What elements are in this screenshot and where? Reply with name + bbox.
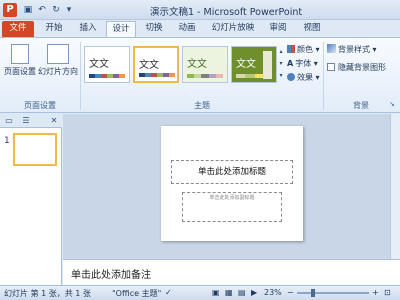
outline-tab-icon[interactable]: ☰ xyxy=(20,116,32,126)
background-styles-label: 背景样式 xyxy=(338,45,370,54)
tab-design[interactable]: 设计 xyxy=(106,21,136,37)
theme-office[interactable]: 文文 xyxy=(84,46,130,83)
theme-preview-text: 文文 xyxy=(187,59,207,70)
theme-preview-text: 文文 xyxy=(236,59,256,70)
zoom-slider[interactable] xyxy=(297,289,369,297)
checkbox-icon xyxy=(327,63,335,71)
notes-placeholder[interactable]: 单击此处添加备注 xyxy=(71,266,151,281)
vertical-scrollbar[interactable] xyxy=(390,114,400,259)
dialog-launcher-icon[interactable]: ↘ xyxy=(389,100,395,108)
zoom-in-icon[interactable]: + xyxy=(372,288,379,297)
slides-tab-icon[interactable]: ▭ xyxy=(3,116,15,126)
colors-icon xyxy=(287,45,295,53)
tab-view[interactable]: 视图 xyxy=(298,21,326,37)
theme-selected[interactable]: 文文 xyxy=(133,46,179,83)
colors-label: 颜色 xyxy=(297,45,313,54)
page-setup-icon xyxy=(11,44,29,64)
slide-orientation-label: 幻灯片方向 xyxy=(38,67,78,76)
background-group-label: 背景 xyxy=(353,101,369,110)
subtitle-placeholder[interactable]: 单击此处添加副标题 xyxy=(182,192,282,222)
slideshow-icon[interactable]: ▶ xyxy=(251,288,257,297)
theme-name: "Office 主题" xyxy=(112,289,162,298)
fonts-button[interactable]: A 字体 ▾ xyxy=(287,58,318,69)
effects-button[interactable]: 效果 ▾ xyxy=(287,72,320,83)
reading-view-icon[interactable]: ▤ xyxy=(238,288,246,297)
ribbon: 页面设置 幻灯片方向 页面设置 文文 文文 文文 文文 ▴ ▾ ▾ 颜色 ▾ A 字体 xyxy=(0,37,400,113)
slides-pane: ▭ ☰ ✕ 1 xyxy=(0,114,62,285)
tab-review[interactable]: 审阅 xyxy=(264,21,292,37)
ribbon-tabs: 文件 开始 插入 设计 切换 动画 幻灯片放映 审阅 视图 xyxy=(0,20,400,37)
normal-view-icon[interactable]: ▣ xyxy=(212,288,220,297)
effects-label: 效果 xyxy=(297,73,313,82)
notes-pane[interactable]: 单击此处添加备注 xyxy=(63,259,400,285)
slide-thumbnail[interactable] xyxy=(13,133,57,166)
theme-color-bars xyxy=(236,74,264,78)
zoom-out-icon[interactable]: − xyxy=(287,288,294,297)
slide-sorter-icon[interactable]: ▦ xyxy=(225,288,233,297)
page-setup-button[interactable]: 页面设置 xyxy=(3,44,37,77)
hide-background-graphics-checkbox[interactable]: 隐藏背景图形 xyxy=(327,62,386,73)
colors-button[interactable]: 颜色 ▾ xyxy=(287,44,320,55)
theme-green[interactable]: 文文 xyxy=(182,46,228,83)
tab-insert[interactable]: 插入 xyxy=(74,21,102,37)
tab-animations[interactable]: 动画 xyxy=(172,21,202,37)
theme-preview-text: 文文 xyxy=(89,59,109,70)
spellcheck-icon[interactable]: ✓ xyxy=(165,288,172,297)
theme-scroll[interactable]: ▴ ▾ ▾ xyxy=(278,46,284,83)
tab-home[interactable]: 开始 xyxy=(40,21,68,37)
close-icon[interactable]: ✕ xyxy=(48,116,60,126)
chevron-down-icon[interactable]: ▾ xyxy=(63,4,75,16)
powerpoint-icon[interactable]: P xyxy=(3,3,17,17)
title-bar: P ▣ ↶ ↻ ▾ 演示文稿1 - Microsoft PowerPoint xyxy=(0,0,400,20)
effects-icon xyxy=(287,73,295,81)
theme-dark-green[interactable]: 文文 xyxy=(231,46,277,83)
fonts-icon: A xyxy=(287,59,294,68)
background-styles-button[interactable]: 背景样式 ▾ xyxy=(327,44,377,55)
background-styles-icon xyxy=(327,44,336,53)
pane-tabs: ▭ ☰ ✕ xyxy=(0,114,62,128)
window-title: 演示文稿1 - Microsoft PowerPoint xyxy=(150,7,303,18)
slide-orientation-icon xyxy=(47,44,69,64)
themes-group-label: 主题 xyxy=(194,101,210,110)
redo-icon[interactable]: ↻ xyxy=(50,4,62,16)
slide-number: 1 xyxy=(4,136,10,146)
tab-file[interactable]: 文件 xyxy=(2,21,34,37)
slide-editor: 单击此处添加标题 单击此处添加副标题 xyxy=(63,114,400,259)
theme-color-bars xyxy=(89,74,125,78)
status-bar: 幻灯片 第 1 张，共 1 张 "Office 主题" ✓ ▣ ▦ ▤ ▶ 23… xyxy=(0,285,400,300)
fonts-label: 字体 xyxy=(295,59,312,68)
group-separator xyxy=(80,42,81,110)
hide-background-graphics-label: 隐藏背景图形 xyxy=(338,63,386,72)
zoom-level[interactable]: 23% xyxy=(264,288,282,297)
theme-preview-text: 文文 xyxy=(139,60,159,71)
theme-color-bars xyxy=(139,73,175,77)
group-separator xyxy=(323,42,324,110)
zoom-slider-thumb[interactable] xyxy=(311,289,315,297)
slide-info: 幻灯片 第 1 张，共 1 张 xyxy=(4,289,91,298)
slide-canvas[interactable]: 单击此处添加标题 单击此处添加副标题 xyxy=(161,126,303,241)
page-setup-label: 页面设置 xyxy=(4,67,36,76)
theme-side-swatch xyxy=(263,51,272,79)
tab-slideshow[interactable]: 幻灯片放映 xyxy=(207,21,259,37)
save-icon[interactable]: ▣ xyxy=(22,4,34,16)
undo-icon[interactable]: ↶ xyxy=(36,4,48,16)
fit-window-icon[interactable]: ⊡ xyxy=(384,288,391,297)
title-placeholder[interactable]: 单击此处添加标题 xyxy=(171,160,293,184)
tab-transitions[interactable]: 切换 xyxy=(140,21,168,37)
slide-orientation-button[interactable]: 幻灯片方向 xyxy=(38,44,78,77)
page-setup-group-label: 页面设置 xyxy=(24,101,56,110)
theme-color-bars xyxy=(187,74,224,78)
